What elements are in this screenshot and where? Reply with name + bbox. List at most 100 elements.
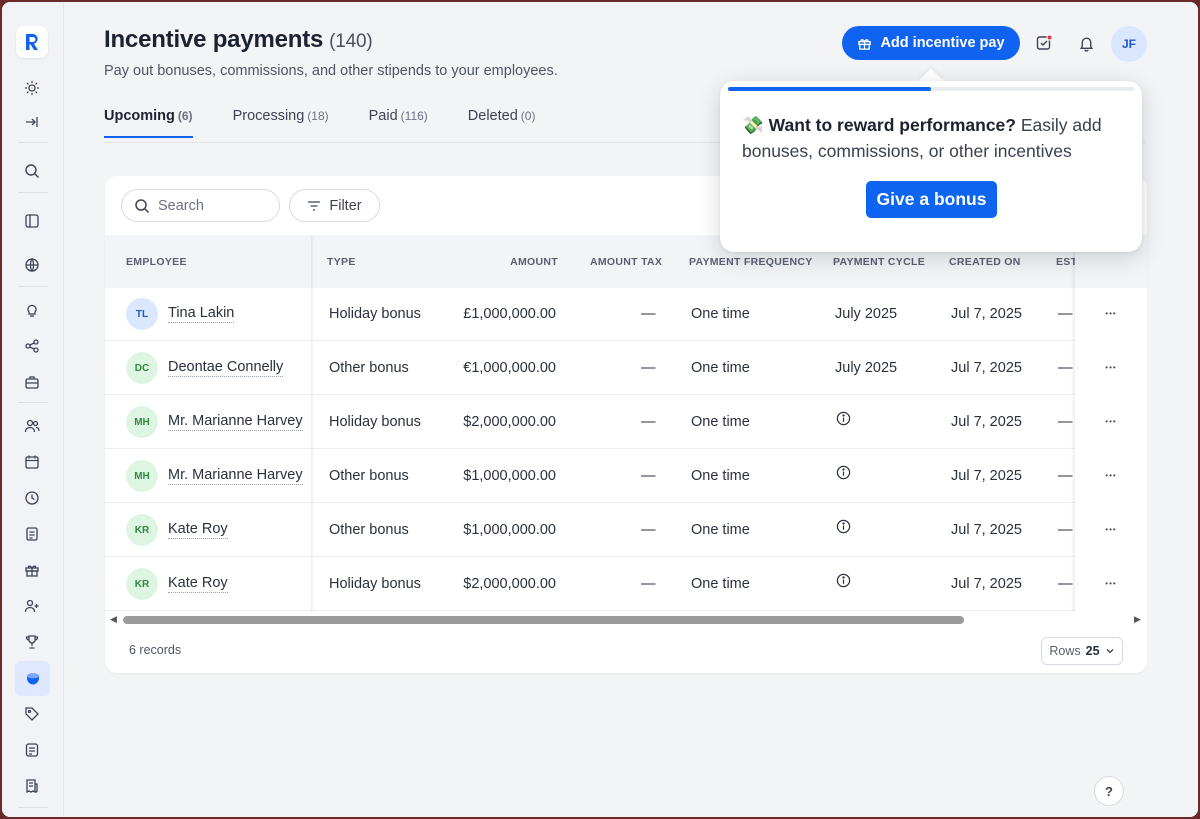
avatar: MH [126, 460, 158, 492]
search-box[interactable] [121, 189, 280, 222]
employee-name-link[interactable]: Tina Lakin [168, 305, 235, 323]
more-options-icon[interactable]: ••• [1101, 395, 1121, 449]
add-incentive-pay-label: Add incentive pay [880, 35, 1005, 51]
globe-icon[interactable] [21, 254, 43, 276]
amount-tax-cell: — [641, 360, 656, 376]
popover-message: 💸 Want to reward performance? Easily add… [742, 112, 1127, 164]
onboarding-popover: 💸 Want to reward performance? Easily add… [720, 81, 1142, 252]
popover-progress [728, 87, 1134, 91]
add-person-icon[interactable] [21, 595, 43, 617]
clock-icon[interactable] [21, 487, 43, 509]
type-cell: Holiday bonus [329, 414, 421, 430]
tag-icon[interactable] [21, 703, 43, 725]
panel-icon[interactable] [21, 210, 43, 232]
incentive-pay-nav-icon[interactable] [15, 661, 50, 696]
tab-paid[interactable]: Paid (116) [369, 108, 428, 138]
type-cell: Holiday bonus [329, 576, 421, 592]
more-options-icon[interactable]: ••• [1101, 449, 1121, 503]
info-icon[interactable] [836, 503, 851, 557]
avatar: DC [126, 352, 158, 384]
page-subtitle: Pay out bonuses, commissions, and other … [104, 63, 558, 79]
amount-cell: £1,000,000.00 [463, 306, 556, 322]
bell-icon[interactable] [1075, 32, 1097, 54]
scrollbar-thumb[interactable] [123, 616, 964, 624]
share-icon[interactable] [21, 335, 43, 357]
employee-name-link[interactable]: Kate Roy [168, 521, 228, 539]
document-icon[interactable] [21, 739, 43, 761]
employee-name-link[interactable]: Mr. Marianne Harvey [168, 413, 303, 431]
column-header-type[interactable]: TYPE [327, 235, 356, 288]
amount-tax-cell: — [641, 522, 656, 538]
table-row[interactable]: MH Mr. Marianne Harvey Holiday bonus $2,000… [105, 395, 1147, 449]
people-icon[interactable] [21, 415, 43, 437]
sidebar-divider [18, 807, 48, 808]
info-icon[interactable] [836, 395, 851, 449]
employee-name-link[interactable]: Kate Roy [168, 575, 228, 593]
amount-tax-cell: — [641, 414, 656, 430]
search-input[interactable] [158, 197, 268, 214]
info-icon[interactable] [836, 449, 851, 503]
more-options-icon[interactable]: ••• [1101, 557, 1121, 611]
table-row[interactable]: TL Tina Lakin Holiday bonus £1,000,000.00 — O… [105, 287, 1147, 341]
frequency-cell: One time [691, 468, 750, 484]
table-row[interactable]: DC Deontae Connelly Other bonus €1,000,000.… [105, 341, 1147, 395]
more-options-icon[interactable]: ••• [1101, 503, 1121, 557]
scroll-right-icon[interactable]: ▶ [1134, 614, 1141, 625]
more-options-icon[interactable]: ••• [1101, 341, 1121, 395]
gift-icon[interactable] [21, 559, 43, 581]
created-on-cell: Jul 7, 2025 [951, 306, 1022, 322]
app-logo[interactable] [16, 26, 48, 58]
calendar-icon[interactable] [21, 451, 43, 473]
employee-name-link[interactable]: Mr. Marianne Harvey [168, 467, 303, 485]
column-header-employee[interactable]: EMPLOYEE [126, 235, 187, 288]
tab-deleted[interactable]: Deleted (0) [468, 108, 536, 138]
amount-cell: €1,000,000.00 [463, 360, 556, 376]
collapse-sidebar-icon[interactable] [21, 111, 43, 133]
tasks-icon[interactable] [1033, 32, 1055, 54]
frequency-cell: One time [691, 414, 750, 430]
rows-per-page-select[interactable]: Rows 25 [1041, 637, 1123, 665]
give-a-bonus-button[interactable]: Give a bonus [866, 181, 997, 218]
type-cell: Holiday bonus [329, 306, 421, 322]
rows-label: Rows [1049, 644, 1081, 658]
amount-tax-cell: — [641, 576, 656, 592]
add-incentive-pay-button[interactable]: Add incentive pay [842, 26, 1020, 60]
employee-name-link[interactable]: Deontae Connelly [168, 359, 284, 377]
employee-cell: TL Tina Lakin [126, 287, 235, 341]
amount-tax-cell: — [641, 468, 656, 484]
receipt-icon[interactable] [21, 775, 43, 797]
tab-upcoming[interactable]: Upcoming (6) [104, 108, 193, 138]
amount-cell: $2,000,000.00 [463, 414, 556, 430]
amount-cell: $2,000,000.00 [463, 576, 556, 592]
sidebar-divider [18, 402, 48, 403]
table-row[interactable]: KR Kate Roy Holiday bonus $2,000,000.00 — One… [105, 557, 1147, 611]
help-button[interactable]: ? [1094, 776, 1124, 806]
page-title-count: (140) [329, 31, 373, 52]
more-options-icon[interactable]: ••• [1101, 287, 1121, 341]
table-row[interactable]: MH Mr. Marianne Harvey Other bonus $1,000,0… [105, 449, 1147, 503]
tab-processing[interactable]: Processing (18) [233, 108, 329, 138]
info-icon[interactable] [836, 557, 851, 611]
report-icon[interactable] [21, 523, 43, 545]
filter-icon [308, 200, 321, 211]
employee-cell: MH Mr. Marianne Harvey [126, 395, 303, 449]
briefcase-icon[interactable] [21, 371, 43, 393]
sidebar [2, 2, 64, 817]
filter-button[interactable]: Filter [289, 189, 380, 222]
type-cell: Other bonus [329, 360, 409, 376]
avatar: KR [126, 568, 158, 600]
popover-headline: Want to reward performance? [768, 115, 1016, 135]
gift-icon [858, 38, 872, 50]
sun-icon[interactable] [21, 77, 43, 99]
amount-tax-cell: — [641, 306, 656, 322]
scroll-left-icon[interactable]: ◀ [110, 614, 117, 625]
user-avatar[interactable]: JF [1111, 26, 1147, 62]
trophy-icon[interactable] [21, 631, 43, 653]
column-header-amount[interactable]: AMOUNT [445, 235, 558, 288]
sidebar-divider [18, 286, 48, 287]
search-icon[interactable] [21, 160, 43, 182]
table-row[interactable]: KR Kate Roy Other bonus $1,000,000.00 — One t… [105, 503, 1147, 557]
column-header-amount-tax[interactable]: AMOUNT TAX [590, 235, 662, 288]
employee-cell: MH Mr. Marianne Harvey [126, 449, 303, 503]
lightbulb-icon[interactable] [21, 299, 43, 321]
